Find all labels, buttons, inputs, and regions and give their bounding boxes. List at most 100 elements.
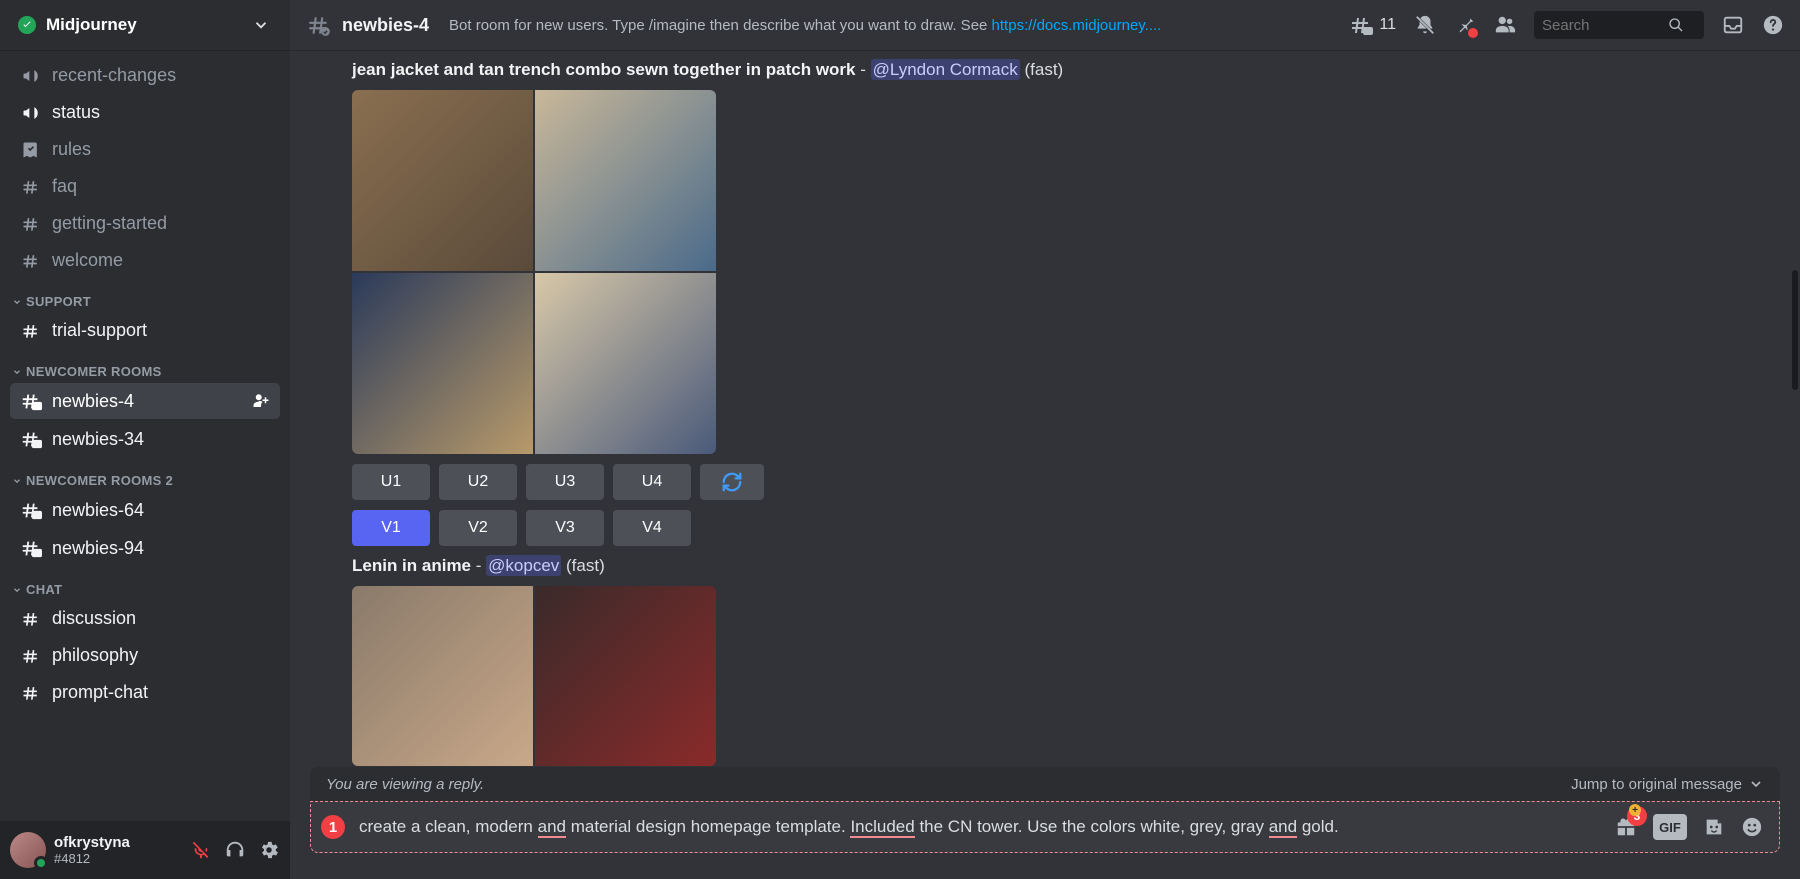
variation-button[interactable]: V3 (526, 510, 604, 546)
help-icon[interactable] (1762, 14, 1784, 36)
image-quadrant (535, 586, 716, 766)
channel-item[interactable]: newbies-94 (10, 530, 280, 566)
topic-link[interactable]: https://docs.midjourney.... (992, 17, 1162, 34)
channel-item[interactable]: newbies-64 (10, 492, 280, 528)
notifications-muted-icon[interactable] (1414, 14, 1436, 36)
image-quadrant (352, 90, 533, 271)
generated-image-grid[interactable] (352, 90, 716, 454)
channel-sidebar: Midjourney recent-changesstatusrules faq g… (0, 0, 290, 879)
user-tag-label: #4812 (54, 851, 182, 866)
username-label: ofkrystyna (54, 834, 182, 851)
hash-icon (20, 321, 42, 341)
channel-topic[interactable]: Bot room for new users. Type /imagine th… (449, 17, 1339, 34)
image-quadrant (535, 273, 716, 454)
message-input-text[interactable]: create a clean, modern and material desi… (359, 817, 1599, 837)
category-header[interactable]: NEWCOMER ROOMS (10, 350, 280, 383)
settings-gear-icon[interactable] (258, 839, 280, 861)
channel-item[interactable]: newbies-4 (10, 383, 280, 419)
image-quadrant (352, 586, 533, 766)
inbox-icon[interactable] (1722, 14, 1744, 36)
channel-item[interactable]: status (10, 95, 280, 130)
add-user-icon[interactable] (252, 392, 270, 410)
threads-icon[interactable]: 11 (1349, 14, 1396, 36)
variation-button[interactable]: V4 (613, 510, 691, 546)
rerun-button[interactable] (700, 464, 764, 500)
channel-label: prompt-chat (52, 682, 270, 703)
channel-label: newbies-64 (52, 500, 270, 521)
channel-item[interactable]: trial-support (10, 313, 280, 348)
channel-item[interactable]: newbies-34 (10, 421, 280, 457)
upscale-button[interactable]: U1 (352, 464, 430, 500)
thread-count: 11 (1379, 16, 1396, 34)
plus-badge-icon: + (1629, 804, 1641, 816)
channel-label: welcome (52, 250, 270, 271)
message-input[interactable]: 1 create a clean, modern and material de… (310, 801, 1780, 853)
pinned-messages-icon[interactable] (1454, 14, 1476, 36)
main-area: newbies-4 Bot room for new users. Type /… (290, 0, 1800, 879)
search-input[interactable] (1542, 17, 1662, 34)
jump-to-original-button[interactable]: Jump to original message (1571, 776, 1764, 793)
category-header[interactable]: SUPPORT (10, 280, 280, 313)
variation-button[interactable]: V1 (352, 510, 430, 546)
category-label: CHAT (26, 582, 62, 597)
user-mention[interactable]: @Lyndon Cormack (871, 59, 1020, 80)
gif-button[interactable]: GIF (1653, 814, 1687, 840)
channel-item[interactable]: welcome (10, 243, 280, 278)
rules-icon (20, 140, 42, 160)
hash-chat-icon (20, 428, 42, 450)
message-prompt-line: jean jacket and tan trench combo sewn to… (352, 60, 1776, 80)
gift-icon[interactable]: 3 + (1615, 816, 1637, 838)
emoji-icon[interactable] (1741, 816, 1763, 838)
channel-header: newbies-4 Bot room for new users. Type /… (290, 0, 1800, 50)
chevron-down-icon[interactable] (250, 14, 272, 36)
variation-button[interactable]: V2 (439, 510, 517, 546)
channel-label: philosophy (52, 645, 270, 666)
upscale-button[interactable]: U3 (526, 464, 604, 500)
chevron-down-icon (12, 367, 22, 377)
channel-label: newbies-34 (52, 429, 270, 450)
channel-item[interactable]: philosophy (10, 638, 280, 673)
deafen-icon[interactable] (224, 839, 246, 861)
channel-item[interactable]: getting-started (10, 206, 280, 241)
annotation-number-badge: 1 (321, 815, 345, 839)
channel-item[interactable]: prompt-chat (10, 675, 280, 710)
megaphone-icon (20, 66, 42, 86)
upscale-button-row: U1 U2 U3 U4 (352, 464, 1776, 500)
category-header[interactable]: NEWCOMER ROOMS 2 (10, 459, 280, 492)
hash-icon (20, 177, 42, 197)
members-icon[interactable] (1494, 14, 1516, 36)
hash-chat-icon (306, 12, 332, 38)
channel-item[interactable]: faq (10, 169, 280, 204)
chevron-down-icon (12, 585, 22, 595)
notification-dot-icon (1468, 28, 1478, 38)
mute-mic-icon[interactable] (190, 839, 212, 861)
search-input-wrap[interactable] (1534, 11, 1704, 39)
server-name-label: Midjourney (46, 15, 137, 35)
message-list: jean jacket and tan trench combo sewn to… (290, 50, 1800, 767)
channel-item[interactable]: rules (10, 132, 280, 167)
channel-label: faq (52, 176, 270, 197)
upscale-button[interactable]: U4 (613, 464, 691, 500)
scrollbar[interactable] (1790, 50, 1800, 879)
avatar[interactable] (10, 832, 46, 868)
reply-viewing-label: You are viewing a reply. (326, 776, 484, 793)
upscale-button[interactable]: U2 (439, 464, 517, 500)
hash-chat-icon (20, 537, 42, 559)
channel-item[interactable]: recent-changes (10, 58, 280, 93)
presence-online-icon (34, 856, 48, 870)
server-header[interactable]: Midjourney (0, 0, 290, 50)
search-icon (1668, 17, 1684, 33)
user-mention[interactable]: @kopcev (486, 555, 561, 576)
sticker-icon[interactable] (1703, 816, 1725, 838)
image-quadrant (352, 273, 533, 454)
hash-icon (20, 683, 42, 703)
channel-item[interactable]: discussion (10, 601, 280, 636)
channel-label: newbies-4 (52, 391, 242, 412)
generated-image-grid[interactable] (352, 586, 716, 766)
category-header[interactable]: CHAT (10, 568, 280, 601)
chevron-down-icon (1748, 776, 1764, 792)
megaphone-icon (20, 103, 42, 123)
channel-label: newbies-94 (52, 538, 270, 559)
hash-icon (20, 214, 42, 234)
category-label: SUPPORT (26, 294, 91, 309)
